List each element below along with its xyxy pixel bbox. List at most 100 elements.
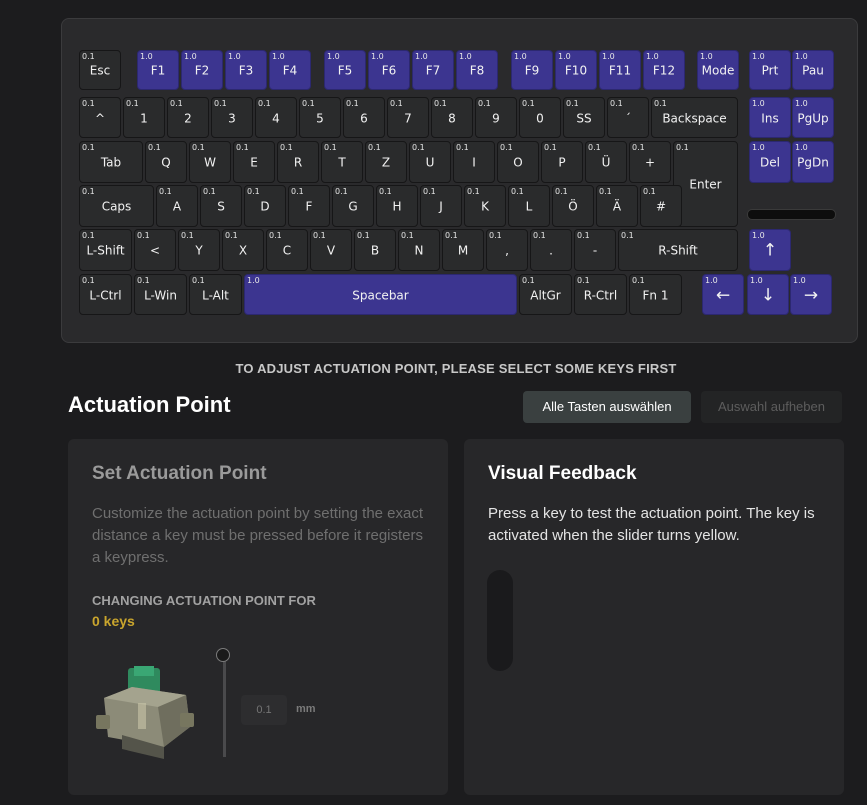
key-spacebar[interactable]: 1.0 Spacebar <box>244 274 517 315</box>
key-c[interactable]: 0.1 C <box>266 229 308 271</box>
key-3[interactable]: 0.1 3 <box>211 97 253 138</box>
actuation-value: 0.1 <box>478 99 491 108</box>
key-s[interactable]: 0.1 S <box>200 185 242 227</box>
key-2[interactable]: 0.1 2 <box>167 97 209 138</box>
key-d[interactable]: 0.1 D <box>244 185 286 227</box>
key-l[interactable]: 0.1 L <box>508 185 550 227</box>
actuation-value: 0.1 <box>82 276 95 285</box>
key-r4k13[interactable]: 1.0 ↑ <box>749 229 791 271</box>
key-i[interactable]: 0.1 I <box>453 141 495 183</box>
key-enter[interactable]: 0.1 Enter <box>673 141 738 227</box>
actuation-value: 0.1 <box>445 231 458 240</box>
key-5[interactable]: 0.1 5 <box>299 97 341 138</box>
key-a[interactable]: 0.1 A <box>156 185 198 227</box>
key-r5k9[interactable]: 1.0 → <box>790 274 832 315</box>
key-r4k9[interactable]: 0.1, <box>486 229 528 271</box>
key-r-ctrl[interactable]: 0.1 R-Ctrl <box>574 274 627 315</box>
actuation-distance-input[interactable] <box>241 695 287 725</box>
key-r3k12[interactable]: 0.1 # <box>640 185 682 227</box>
key-l-ctrl[interactable]: 0.1 L-Ctrl <box>79 274 132 315</box>
key-f1[interactable]: 1.0 F1 <box>137 50 179 90</box>
key-g[interactable]: 0.1 G <box>332 185 374 227</box>
key-fn-1[interactable]: 0.1 Fn 1 <box>629 274 682 315</box>
select-all-button[interactable]: Alle Tasten auswählen <box>523 391 691 423</box>
key-w[interactable]: 0.1 W <box>189 141 231 183</box>
key-caps[interactable]: 0.1 Caps <box>79 185 154 227</box>
key-pau[interactable]: 1.0 Pau <box>792 50 834 90</box>
key-k[interactable]: 0.1 K <box>464 185 506 227</box>
key-h[interactable]: 0.1 H <box>376 185 418 227</box>
key-n[interactable]: 0.1 N <box>398 229 440 271</box>
key-f9[interactable]: 1.0 F9 <box>511 50 553 90</box>
clear-selection-button[interactable]: Auswahl aufheben <box>701 391 842 423</box>
key-del[interactable]: 1.0 Del <box>749 141 791 183</box>
key-ö[interactable]: 0.1 Ö <box>552 185 594 227</box>
key-mode[interactable]: 1.0 Mode <box>697 50 739 90</box>
key-r1k12[interactable]: 0.1 ´ <box>607 97 649 138</box>
actuation-value: 1.0 <box>459 52 472 61</box>
key-b[interactable]: 0.1 B <box>354 229 396 271</box>
key-4[interactable]: 0.1 4 <box>255 97 297 138</box>
key-j[interactable]: 0.1 J <box>420 185 462 227</box>
key-l-win[interactable]: 0.1 L-Win <box>134 274 187 315</box>
actuation-value: 1.0 <box>700 52 713 61</box>
key-r4k11[interactable]: 0.1- <box>574 229 616 271</box>
key-pgup[interactable]: 1.0 PgUp <box>792 97 834 138</box>
key-6[interactable]: 0.1 6 <box>343 97 385 138</box>
key-9[interactable]: 0.1 9 <box>475 97 517 138</box>
key-label: O <box>513 155 523 170</box>
key-r4k10[interactable]: 0.1. <box>530 229 572 271</box>
key-backspace[interactable]: 0.1 Backspace <box>651 97 738 138</box>
key-ss[interactable]: 0.1 SS <box>563 97 605 138</box>
key-r-shift[interactable]: 0.1 R-Shift <box>618 229 738 271</box>
key-label: L-Win <box>144 288 177 303</box>
key-r5k8[interactable]: 1.0 ↓ <box>747 274 789 315</box>
key-u[interactable]: 0.1 U <box>409 141 451 183</box>
actuation-value: 0.1 <box>621 231 634 240</box>
key-q[interactable]: 0.1 Q <box>145 141 187 183</box>
key-f[interactable]: 0.1 F <box>288 185 330 227</box>
key-ins[interactable]: 1.0 Ins <box>749 97 791 138</box>
key-m[interactable]: 0.1 M <box>442 229 484 271</box>
key-v[interactable]: 0.1 V <box>310 229 352 271</box>
key-f10[interactable]: 1.0 F10 <box>555 50 597 90</box>
set-actuation-title: Set Actuation Point <box>92 463 267 484</box>
key-x[interactable]: 0.1 X <box>222 229 264 271</box>
key-t[interactable]: 0.1 T <box>321 141 363 183</box>
key-7[interactable]: 0.1 7 <box>387 97 429 138</box>
key-f11[interactable]: 1.0 F11 <box>599 50 641 90</box>
key-r[interactable]: 0.1 R <box>277 141 319 183</box>
key-r2k12[interactable]: 0.1 + <box>629 141 671 183</box>
key-r4k1[interactable]: 0.1 < <box>134 229 176 271</box>
key-altgr[interactable]: 0.1 AltGr <box>519 274 572 315</box>
key-8[interactable]: 0.1 8 <box>431 97 473 138</box>
key-z[interactable]: 0.1 Z <box>365 141 407 183</box>
key-r1k0[interactable]: 0.1 ^ <box>79 97 121 138</box>
key-l-shift[interactable]: 0.1 L-Shift <box>79 229 132 271</box>
key-f2[interactable]: 1.0 F2 <box>181 50 223 90</box>
key-f12[interactable]: 1.0 F12 <box>643 50 685 90</box>
key-ä[interactable]: 0.1 Ä <box>596 185 638 227</box>
key-r5k7[interactable]: 1.0 ← <box>702 274 744 315</box>
key-0[interactable]: 0.1 0 <box>519 97 561 138</box>
key-f8[interactable]: 1.0 F8 <box>456 50 498 90</box>
key-f4[interactable]: 1.0 F4 <box>269 50 311 90</box>
actuation-value: 0.1 <box>313 231 326 240</box>
key-f6[interactable]: 1.0 F6 <box>368 50 410 90</box>
key-prt[interactable]: 1.0 Prt <box>749 50 791 90</box>
key-tab[interactable]: 0.1 Tab <box>79 141 143 183</box>
key-p[interactable]: 0.1 P <box>541 141 583 183</box>
actuation-slider-handle[interactable] <box>216 648 230 662</box>
key-f3[interactable]: 1.0 F3 <box>225 50 267 90</box>
key-l-alt[interactable]: 0.1 L-Alt <box>189 274 242 315</box>
key-esc[interactable]: 0.1 Esc <box>79 50 121 90</box>
key-y[interactable]: 0.1 Y <box>178 229 220 271</box>
actuation-slider-track[interactable] <box>223 651 226 757</box>
key-f5[interactable]: 1.0 F5 <box>324 50 366 90</box>
key-pgdn[interactable]: 1.0 PgDn <box>792 141 834 183</box>
key-f7[interactable]: 1.0 F7 <box>412 50 454 90</box>
key-1[interactable]: 0.1 1 <box>123 97 165 138</box>
key-ü[interactable]: 0.1 Ü <box>585 141 627 183</box>
key-e[interactable]: 0.1 E <box>233 141 275 183</box>
key-o[interactable]: 0.1 O <box>497 141 539 183</box>
